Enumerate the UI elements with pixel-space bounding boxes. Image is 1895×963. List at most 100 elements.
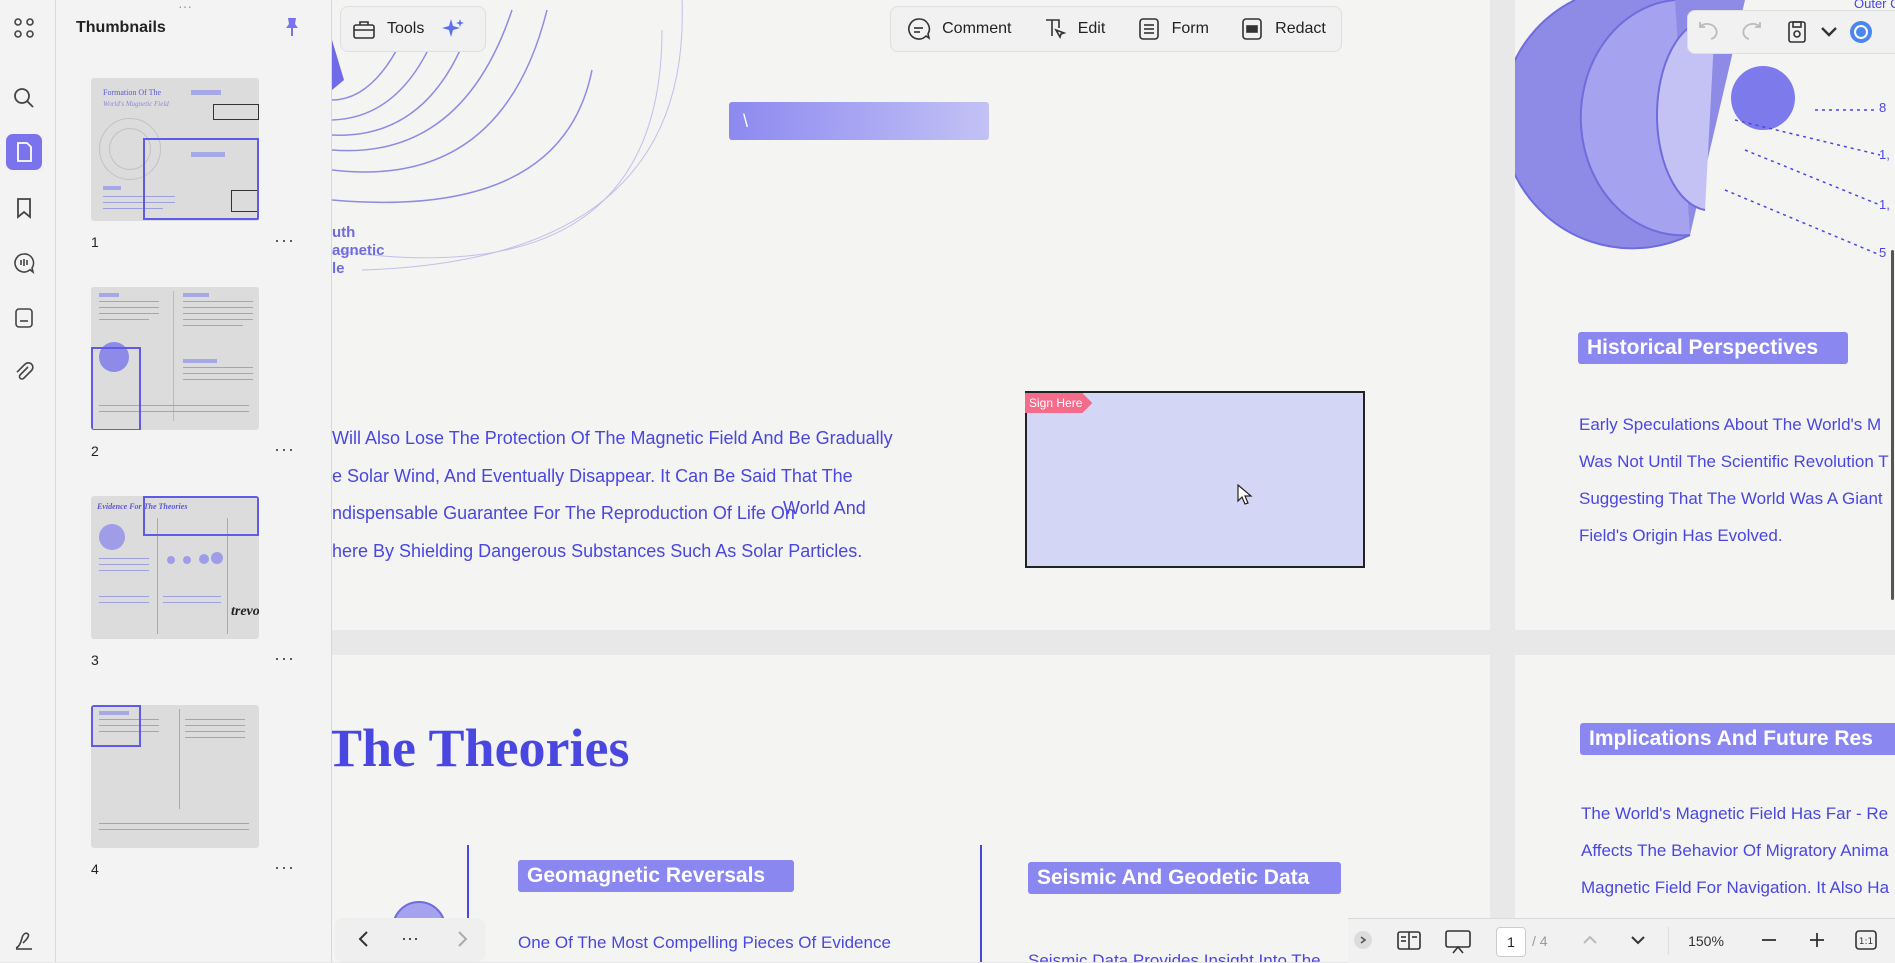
edit-button[interactable]: Edit	[1032, 7, 1116, 51]
page-4: Implications And Future Res The World's …	[1515, 655, 1895, 962]
layer-label: 8	[1879, 100, 1887, 115]
ai-assistant-button[interactable]	[434, 7, 472, 51]
layer-label: 1,	[1879, 147, 1890, 162]
thumbnail-page-2[interactable]	[91, 287, 259, 430]
field-labels: uth agnetic le	[332, 224, 385, 278]
signature-field[interactable]	[1025, 391, 1365, 568]
paragraph-line: Affects The Behavior Of Migratory Anima	[1581, 841, 1889, 860]
inline-text: World And	[783, 498, 866, 518]
page-total: / 4	[1532, 933, 1548, 949]
layer-label: 5	[1879, 245, 1887, 260]
edit-text-icon	[1045, 19, 1067, 39]
document-viewport: uth agnetic le \ Will Also Lose The Prot…	[332, 0, 1895, 962]
comment-icon	[908, 18, 931, 40]
thumb-subtitle: World's Magnetic Field	[103, 100, 169, 108]
thumbnails-panel: ··· Thumbnails Formation Of The World's …	[56, 0, 332, 962]
form-text-field[interactable]: \	[729, 102, 989, 140]
expand-bar-button[interactable]	[1354, 931, 1372, 949]
paragraph-line: Was Not Until The Scientific Revolution …	[1579, 452, 1889, 471]
paragraph-line: e Solar Wind, And Eventually Disappear. …	[332, 466, 853, 486]
thumb-more-button[interactable]: ···	[274, 439, 295, 460]
reading-mode-icon[interactable]	[1396, 929, 1422, 958]
save-icon	[1788, 21, 1806, 43]
save-button[interactable]	[1772, 11, 1814, 53]
comment-label: Comment	[942, 20, 1012, 37]
left-icon-rail	[0, 0, 56, 962]
subsection-heading: Geomagnetic Reversals	[518, 860, 794, 892]
pages-icon[interactable]	[6, 134, 42, 170]
paragraph-line: Seismic Data Provides Insight Into The	[1028, 951, 1321, 962]
forms-icon[interactable]	[6, 300, 42, 336]
toolbox-icon	[353, 21, 375, 39]
bottom-status-bar: 1 / 4 150% 1:1	[1348, 918, 1895, 963]
pin-icon[interactable]	[282, 16, 302, 43]
search-icon[interactable]	[6, 80, 42, 116]
layer-label: 1,	[1879, 197, 1890, 212]
zoom-level[interactable]: 150%	[1678, 927, 1734, 955]
section-heading: Historical Perspectives	[1578, 332, 1848, 364]
redact-label: Redact	[1275, 20, 1326, 37]
page-2: Outer C 8 1, 1, 5 Historical Perspective…	[1515, 0, 1895, 630]
ai-logo-icon	[1850, 21, 1872, 43]
form-icon	[1138, 18, 1159, 40]
zoom-in-icon[interactable]	[1808, 931, 1826, 954]
thumb-more-button[interactable]: ···	[274, 648, 295, 669]
section-heading: Implications And Future Res	[1580, 723, 1895, 755]
section-text: The World's Magnetic Field Has Far - Re …	[1581, 795, 1889, 906]
page-number-input[interactable]: 1	[1496, 927, 1526, 957]
presentation-icon[interactable]	[1444, 929, 1472, 960]
panel-drag-handle[interactable]: ···	[178, 0, 192, 14]
thumb-title: Formation Of The	[103, 88, 162, 97]
quick-actions-toolbar	[1687, 10, 1895, 54]
vertical-scrollbar[interactable]	[1891, 250, 1894, 600]
tools-label: Tools	[387, 20, 425, 37]
form-button[interactable]: Form	[1126, 7, 1219, 51]
apps-icon[interactable]	[6, 10, 42, 46]
next-page-icon[interactable]	[1628, 931, 1648, 954]
thumbnail-page-1[interactable]: Formation Of The World's Magnetic Field	[91, 78, 259, 221]
edit-label: Edit	[1077, 20, 1106, 37]
paragraph-line: ndispensable Guarantee For The Reproduct…	[332, 503, 795, 523]
paragraph-line: Suggesting That The World Was A Giant	[1579, 489, 1883, 508]
svg-text:1:1: 1:1	[1859, 937, 1873, 947]
save-menu-chevron[interactable]	[1814, 11, 1844, 53]
comments-icon[interactable]	[6, 245, 42, 281]
thumb-signature: trevor	[231, 604, 259, 619]
paragraph-line: The World's Magnetic Field Has Far - Re	[1581, 804, 1889, 823]
thumbnail-page-4[interactable]	[91, 705, 259, 848]
paragraph-line: Field's Origin Has Evolved.	[1579, 526, 1783, 545]
redact-button[interactable]: Redact	[1229, 7, 1336, 51]
prev-page-icon[interactable]	[1580, 931, 1600, 954]
thumb-more-button[interactable]: ···	[274, 857, 295, 878]
tools-toolbar: Tools	[340, 6, 486, 52]
panel-title: Thumbnails	[76, 19, 166, 36]
thumb-more-button[interactable]: ···	[274, 230, 295, 251]
thumb-number: 3	[91, 652, 99, 668]
undo-button[interactable]	[1688, 11, 1730, 53]
bookmark-icon[interactable]	[6, 190, 42, 226]
sparkle-icon	[442, 19, 465, 37]
subsection-heading: Seismic And Geodetic Data	[1028, 862, 1341, 894]
chevron-down-icon	[1821, 27, 1837, 37]
main-toolbar: Comment Edit Form Redact	[890, 6, 1342, 52]
ai-logo-button[interactable]	[1844, 11, 1878, 53]
zoom-out-icon[interactable]	[1760, 931, 1778, 954]
field-label: uth	[332, 224, 356, 241]
undo-icon	[1699, 22, 1718, 40]
paragraph-line: Early Speculations About The World's M	[1579, 415, 1882, 434]
comment-button[interactable]: Comment	[896, 7, 1021, 51]
actual-size-icon[interactable]: 1:1	[1854, 929, 1878, 956]
sign-icon[interactable]	[6, 922, 42, 958]
chevron-left-icon[interactable]	[355, 928, 373, 955]
chevron-right-icon[interactable]	[453, 928, 471, 955]
sign-here-tag: Sign Here	[1025, 393, 1093, 413]
paragraph-line: Magnetic Field For Navigation. It Also H…	[1581, 878, 1890, 897]
more-options-button[interactable]: ···	[401, 928, 419, 949]
attachment-icon[interactable]	[6, 355, 42, 391]
page-nav-bar: ···	[335, 918, 485, 962]
thumbnail-page-3[interactable]: Evidence For The Theories trevor	[91, 496, 259, 639]
page-heading: The Theories	[332, 718, 630, 778]
redo-button[interactable]	[1730, 11, 1772, 53]
tools-button[interactable]: Tools	[341, 7, 434, 51]
form-label: Form	[1171, 20, 1209, 37]
